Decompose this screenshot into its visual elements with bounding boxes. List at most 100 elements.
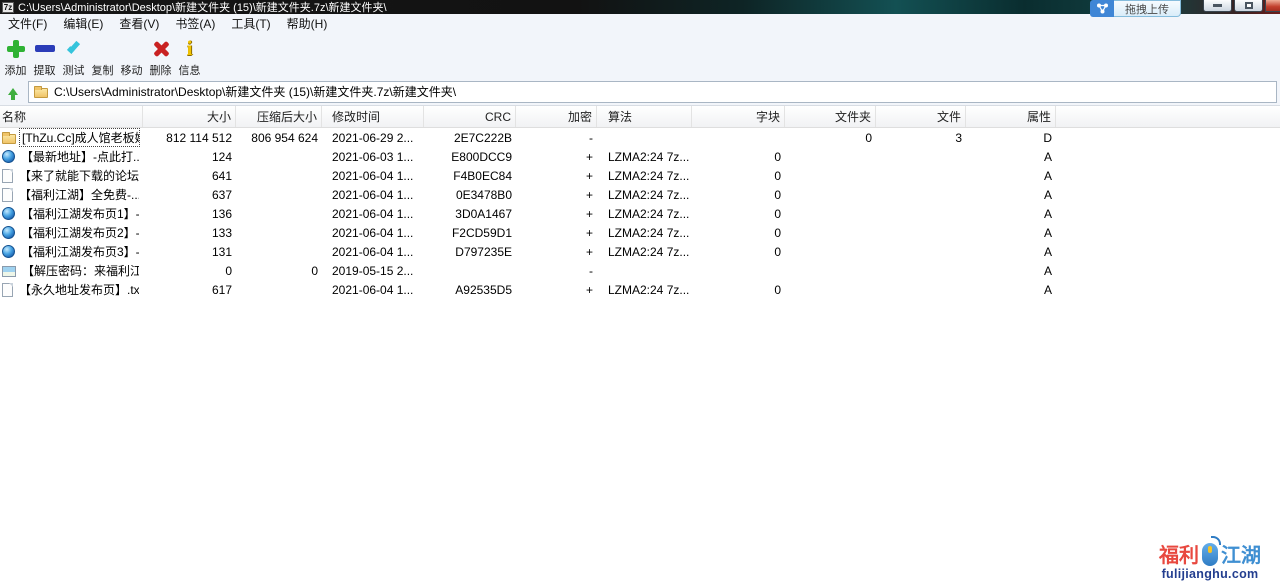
delete-button[interactable]: 删除 xyxy=(146,32,175,78)
cell-block: 0 xyxy=(692,204,785,223)
column-headers: 名称大小压缩后大小修改时间CRC加密算法字块文件夹文件属性 xyxy=(0,106,1280,128)
minimize-button[interactable] xyxy=(1203,0,1232,12)
cell-files xyxy=(876,166,966,185)
column-header-crc[interactable]: CRC xyxy=(424,106,516,127)
menu-item[interactable]: 文件(F) xyxy=(0,14,55,32)
menu-item[interactable]: 帮助(H) xyxy=(279,14,336,32)
column-header-size[interactable]: 大小 xyxy=(143,106,236,127)
cell-crc xyxy=(424,261,516,280)
copy-button[interactable]: 复制 xyxy=(88,32,117,78)
globe-icon xyxy=(2,226,15,239)
file-name-cell: 【来了就能下载的论坛... xyxy=(0,166,143,185)
cell-folders xyxy=(785,147,876,166)
cell-packed: 0 xyxy=(236,261,322,280)
file-name: 【福利江湖发布页2】-... xyxy=(19,224,139,241)
cell-packed xyxy=(236,223,322,242)
cell-enc: + xyxy=(516,204,597,223)
cell-block: 0 xyxy=(692,223,785,242)
file-name-cell: 【福利江湖】全免费-... xyxy=(0,185,143,204)
menu-item[interactable]: 编辑(E) xyxy=(55,14,111,32)
cell-crc: E800DCC9 xyxy=(424,147,516,166)
watermark: 福利 江湖 fulijianghu.com xyxy=(1148,543,1272,581)
mouse-icon xyxy=(1202,543,1218,566)
menu-item[interactable]: 书签(A) xyxy=(167,14,223,32)
cell-modified: 2021-06-04 1... xyxy=(322,242,424,261)
file-name-cell: 【解压密码：来福利江... xyxy=(0,261,143,280)
move-button[interactable]: 移动 xyxy=(117,32,146,78)
file-row[interactable]: 【福利江湖发布页2】-...1332021-06-04 1...F2CD59D1… xyxy=(0,223,1280,242)
file-name-cell: [ThZu.Cc]成人馆老板娘... xyxy=(0,128,143,147)
address-combobox[interactable]: C:\Users\Administrator\Desktop\新建文件夹 (15… xyxy=(28,81,1277,103)
delete-icon xyxy=(152,40,170,58)
cell-crc: 2E7C222B xyxy=(424,128,516,147)
file-name: 【永久地址发布页】.txt xyxy=(17,281,139,298)
cell-modified: 2021-06-04 1... xyxy=(322,204,424,223)
cell-method: LZMA2:24 7z... xyxy=(597,147,692,166)
toolbar-label: 复制 xyxy=(92,62,114,78)
cell-attr: A xyxy=(966,280,1056,299)
cell-packed xyxy=(236,185,322,204)
folder-up-icon xyxy=(8,88,18,95)
up-one-level-button[interactable] xyxy=(2,81,24,103)
drag-upload-overlay[interactable]: 拖拽上传 xyxy=(1090,0,1181,17)
cell-folders: 0 xyxy=(785,128,876,147)
globe-icon xyxy=(2,150,15,163)
file-name: 【福利江湖】全免费-... xyxy=(17,186,139,203)
file-name-cell: 【最新地址】-点此打... xyxy=(0,147,143,166)
toolbar-label: 删除 xyxy=(150,62,172,78)
image-icon xyxy=(2,266,16,277)
file-row[interactable]: 【解压密码：来福利江...002019-05-15 2...-A xyxy=(0,261,1280,280)
column-header-block[interactable]: 字块 xyxy=(692,106,785,127)
cell-block: 0 xyxy=(692,166,785,185)
file-row[interactable]: 【福利江湖】全免费-...6372021-06-04 1...0E3478B0+… xyxy=(0,185,1280,204)
file-row[interactable]: 【永久地址发布页】.txt6172021-06-04 1...A92535D5+… xyxy=(0,280,1280,299)
column-header-files[interactable]: 文件 xyxy=(876,106,966,127)
file-name-cell: 【福利江湖发布页3】-... xyxy=(0,242,143,261)
cell-size: 812 114 512 xyxy=(143,128,236,147)
folder-icon xyxy=(2,134,16,144)
file-row[interactable]: 【最新地址】-点此打...1242021-06-03 1...E800DCC9+… xyxy=(0,147,1280,166)
column-header-folders[interactable]: 文件夹 xyxy=(785,106,876,127)
watermark-text-fuli: 福利 xyxy=(1159,546,1199,566)
close-button[interactable] xyxy=(1265,0,1280,12)
cell-block: 0 xyxy=(692,185,785,204)
cell-enc: + xyxy=(516,280,597,299)
drag-upload-label: 拖拽上传 xyxy=(1114,0,1181,17)
cell-attr: A xyxy=(966,223,1056,242)
doc-icon xyxy=(2,188,13,202)
cell-block: 0 xyxy=(692,280,785,299)
toolbar-label: 信息 xyxy=(179,62,201,78)
add-icon xyxy=(6,39,26,59)
cell-crc: A92535D5 xyxy=(424,280,516,299)
title-bar[interactable]: 7z C:\Users\Administrator\Desktop\新建文件夹 … xyxy=(0,0,1280,14)
file-row[interactable]: [ThZu.Cc]成人馆老板娘...812 114 512806 954 624… xyxy=(0,128,1280,147)
cell-method: LZMA2:24 7z... xyxy=(597,242,692,261)
cell-packed xyxy=(236,280,322,299)
minimize-icon xyxy=(1213,4,1222,7)
column-header-name[interactable]: 名称 xyxy=(0,106,143,127)
extract-button[interactable]: 提取 xyxy=(30,32,59,78)
cell-method: LZMA2:24 7z... xyxy=(597,223,692,242)
file-row[interactable]: 【来了就能下载的论坛...6412021-06-04 1...F4B0EC84+… xyxy=(0,166,1280,185)
column-header-packed[interactable]: 压缩后大小 xyxy=(236,106,322,127)
cell-attr: A xyxy=(966,147,1056,166)
menu-item[interactable]: 查看(V) xyxy=(111,14,167,32)
cell-folders xyxy=(785,280,876,299)
file-name-cell: 【永久地址发布页】.txt xyxy=(0,280,143,299)
column-header-modified[interactable]: 修改时间 xyxy=(322,106,424,127)
test-button[interactable]: 测试 xyxy=(59,32,88,78)
maximize-button[interactable] xyxy=(1234,0,1263,12)
add-button[interactable]: 添加 xyxy=(1,32,30,78)
cell-enc: + xyxy=(516,223,597,242)
menu-item[interactable]: 工具(T) xyxy=(223,14,278,32)
window-title: C:\Users\Administrator\Desktop\新建文件夹 (15… xyxy=(18,0,387,15)
column-header-method[interactable]: 算法 xyxy=(597,106,692,127)
cell-size: 136 xyxy=(143,204,236,223)
column-header-enc[interactable]: 加密 xyxy=(516,106,597,127)
file-row[interactable]: 【福利江湖发布页1】-...1362021-06-04 1...3D0A1467… xyxy=(0,204,1280,223)
cell-size: 133 xyxy=(143,223,236,242)
cell-method: LZMA2:24 7z... xyxy=(597,280,692,299)
column-header-attr[interactable]: 属性 xyxy=(966,106,1056,127)
file-row[interactable]: 【福利江湖发布页3】-...1312021-06-04 1...D797235E… xyxy=(0,242,1280,261)
info-button[interactable]: 信息 xyxy=(175,32,204,78)
